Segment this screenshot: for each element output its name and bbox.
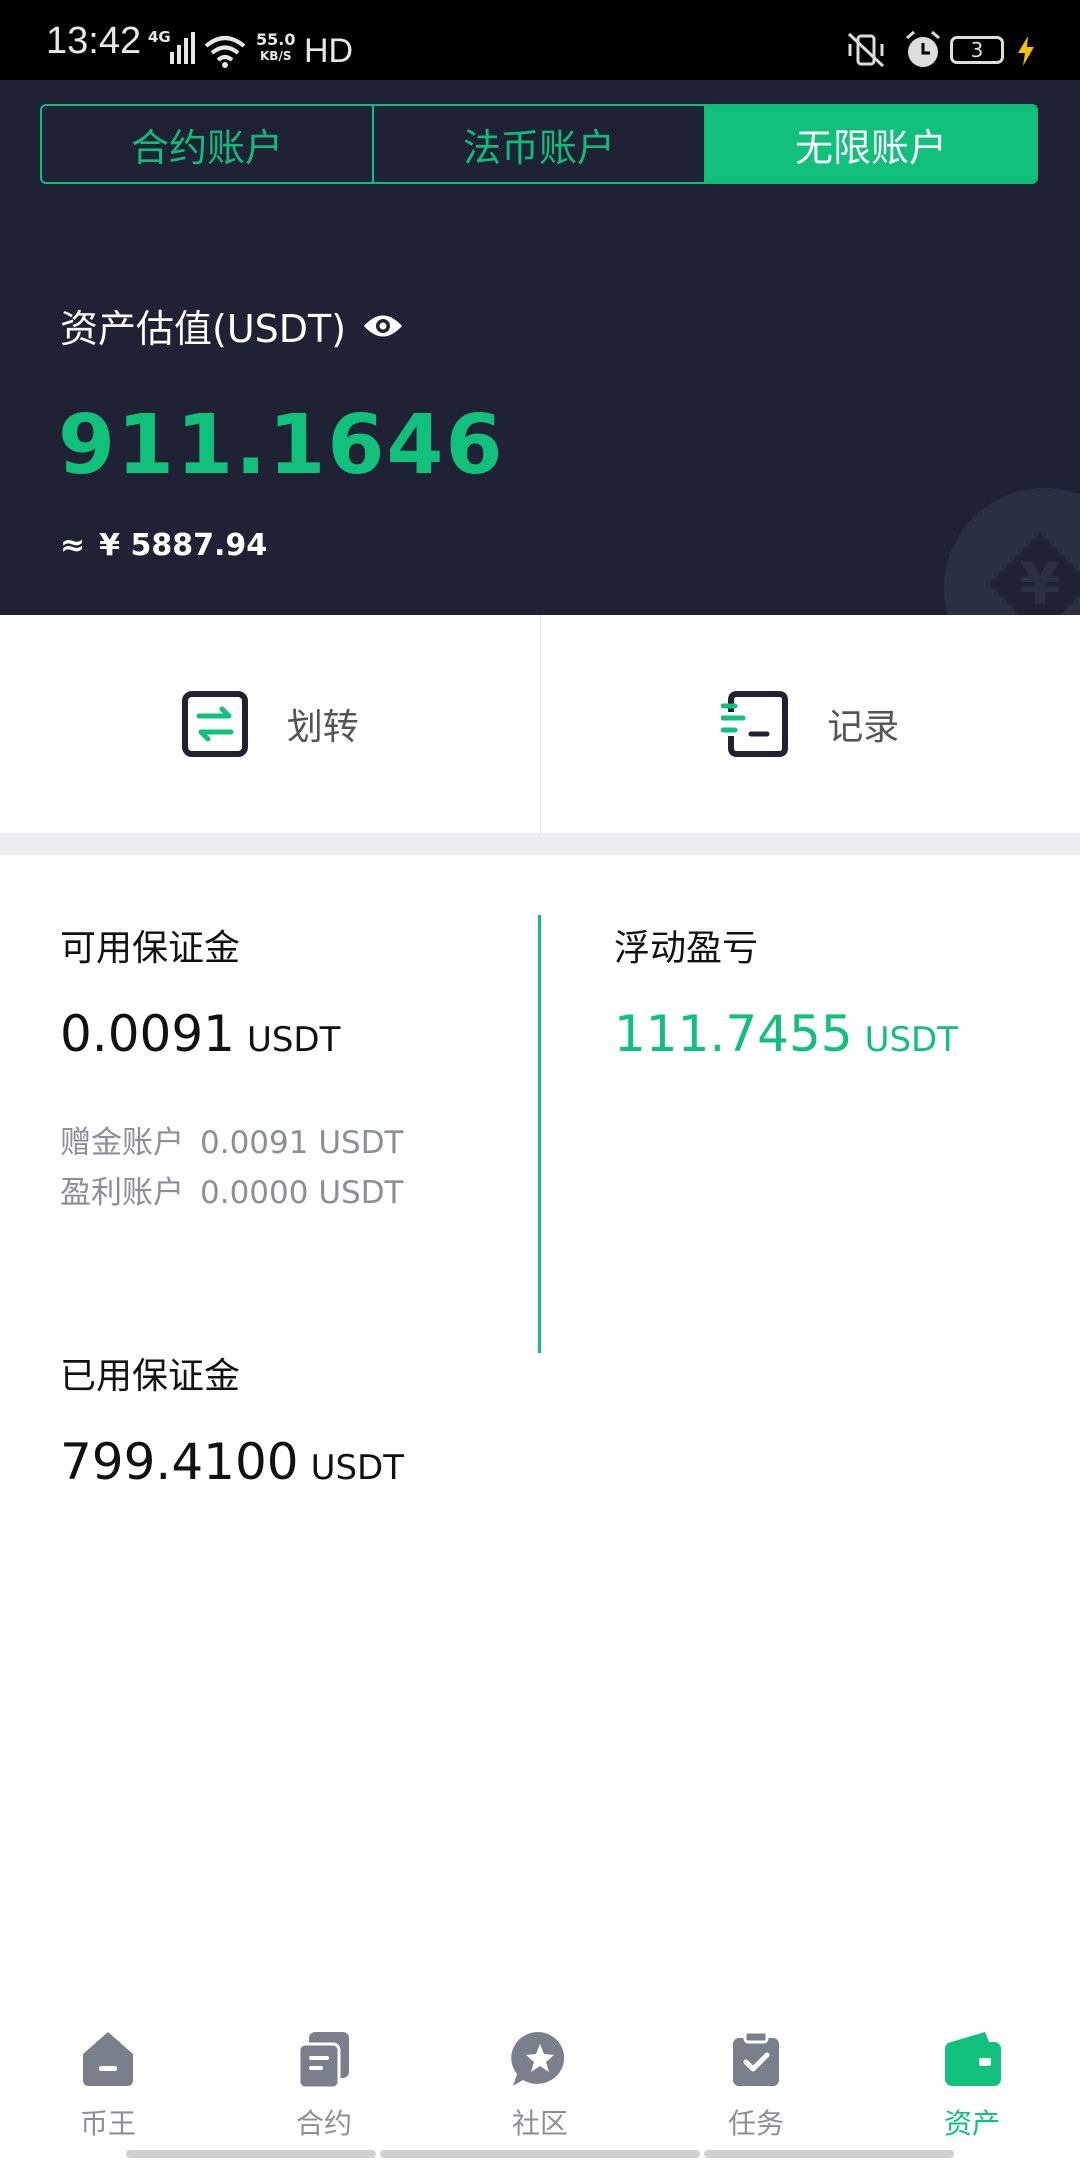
hd-indicator: HD [304, 32, 354, 70]
tab-contract-account[interactable]: 合约账户 [42, 106, 372, 182]
nav-assets[interactable]: 资产 [864, 2010, 1080, 2160]
profit-account-line: 盈利账户 0.0000 USDT [60, 1167, 404, 1212]
records-icon [721, 691, 789, 757]
account-header: 合约账户 法币账户 无限账户 资产估值(USDT) 911.1646 ≈ ¥ 5… [0, 80, 1080, 615]
profit-account-value: 0.0000 USDT [200, 1175, 404, 1211]
nav-task[interactable]: 任务 [648, 2010, 864, 2160]
transfer-icon [181, 691, 248, 757]
floating-pnl-label: 浮动盈亏 [614, 928, 759, 969]
pnl-value-number: 111.7455 [614, 1005, 853, 1063]
cny-value: ¥ 5887.94 [99, 528, 268, 563]
bonus-account-value: 0.0091 USDT [200, 1125, 404, 1161]
signal-icon [170, 32, 195, 64]
gesture-bar-left [126, 2150, 376, 2158]
nav-contract-label: 合约 [295, 2107, 352, 2140]
tab-fiat-account[interactable]: 法币账户 [372, 106, 704, 182]
available-value-unit: USDT [246, 1020, 341, 1060]
nav-contract[interactable]: 合约 [216, 2010, 432, 2160]
task-icon [733, 2030, 779, 2086]
transfer-label: 划转 [286, 707, 359, 748]
home-icon [83, 2032, 133, 2086]
contract-icon [297, 2032, 349, 2090]
asset-value: 911.1646 [58, 398, 505, 493]
wifi-icon [204, 36, 246, 68]
wallet-icon [945, 2032, 1001, 2086]
nav-community-label: 社区 [511, 2107, 568, 2140]
yen-watermark-icon: ¥ [944, 488, 1080, 615]
used-value-unit: USDT [310, 1448, 404, 1488]
asset-label-text: 资产估值(USDT) [60, 307, 347, 351]
alarm-icon [906, 30, 940, 67]
margin-details: 可用保证金 0.0091 USDT 赠金账户 0.0091 USDT 盈利账户 0.0… [0, 855, 1080, 1555]
used-value-number: 799.4100 [60, 1433, 299, 1491]
available-value-number: 0.0091 [60, 1005, 235, 1063]
vertical-divider [538, 915, 541, 1353]
asset-cny: ≈ ¥ 5887.94 [60, 528, 267, 563]
eye-icon[interactable] [362, 311, 404, 341]
bottom-nav: 币王 合约 社区 任务 资产 [0, 2010, 1080, 2160]
status-time: 13:42 [46, 20, 142, 62]
action-row: 划转 记录 [0, 615, 1080, 833]
asset-valuation-label: 资产估值(USDT) [60, 298, 404, 353]
nav-assets-label: 资产 [943, 2107, 1000, 2140]
network-speed: 55.0 KB/S [256, 32, 295, 64]
speed-unit: KB/S [260, 49, 292, 63]
vibrate-off-icon [847, 32, 885, 68]
bonus-account-line: 赠金账户 0.0091 USDT [60, 1117, 404, 1162]
pnl-value-unit: USDT [864, 1020, 958, 1060]
section-divider [0, 833, 1080, 855]
used-margin-label: 已用保证金 [60, 1356, 241, 1397]
community-icon [511, 2031, 565, 2086]
speed-value: 55.0 [256, 30, 296, 49]
records-button[interactable]: 记录 [539, 615, 1080, 833]
gesture-bar-center [380, 2150, 700, 2158]
transfer-button[interactable]: 划转 [0, 615, 540, 833]
network-type: 4G [148, 28, 171, 46]
nav-task-label: 任务 [727, 2107, 784, 2140]
nav-home[interactable]: 币王 [0, 2010, 216, 2160]
approx-symbol: ≈ [60, 528, 86, 563]
available-margin-value: 0.0091 USDT [60, 1005, 340, 1063]
available-margin-label: 可用保证金 [60, 928, 241, 969]
svg-text:¥: ¥ [1020, 550, 1060, 615]
records-label: 记录 [827, 707, 900, 748]
nav-community[interactable]: 社区 [432, 2010, 648, 2160]
floating-pnl-value: 111.7455 USDT [614, 1005, 958, 1063]
nav-home-label: 币王 [79, 2107, 136, 2140]
account-tabs: 合约账户 法币账户 无限账户 [40, 104, 1038, 184]
bonus-account-label: 赠金账户 [60, 1125, 184, 1161]
gesture-bar-right [704, 2150, 954, 2158]
used-margin-value: 799.4100 USDT [60, 1433, 404, 1491]
profit-account-label: 盈利账户 [60, 1175, 184, 1211]
status-bar: 13:42 4G 55.0 KB/S HD 3 [0, 0, 1080, 80]
charging-icon [1018, 36, 1034, 66]
battery-icon: 3 [950, 36, 1004, 64]
tab-unlimited-account[interactable]: 无限账户 [704, 106, 1036, 182]
